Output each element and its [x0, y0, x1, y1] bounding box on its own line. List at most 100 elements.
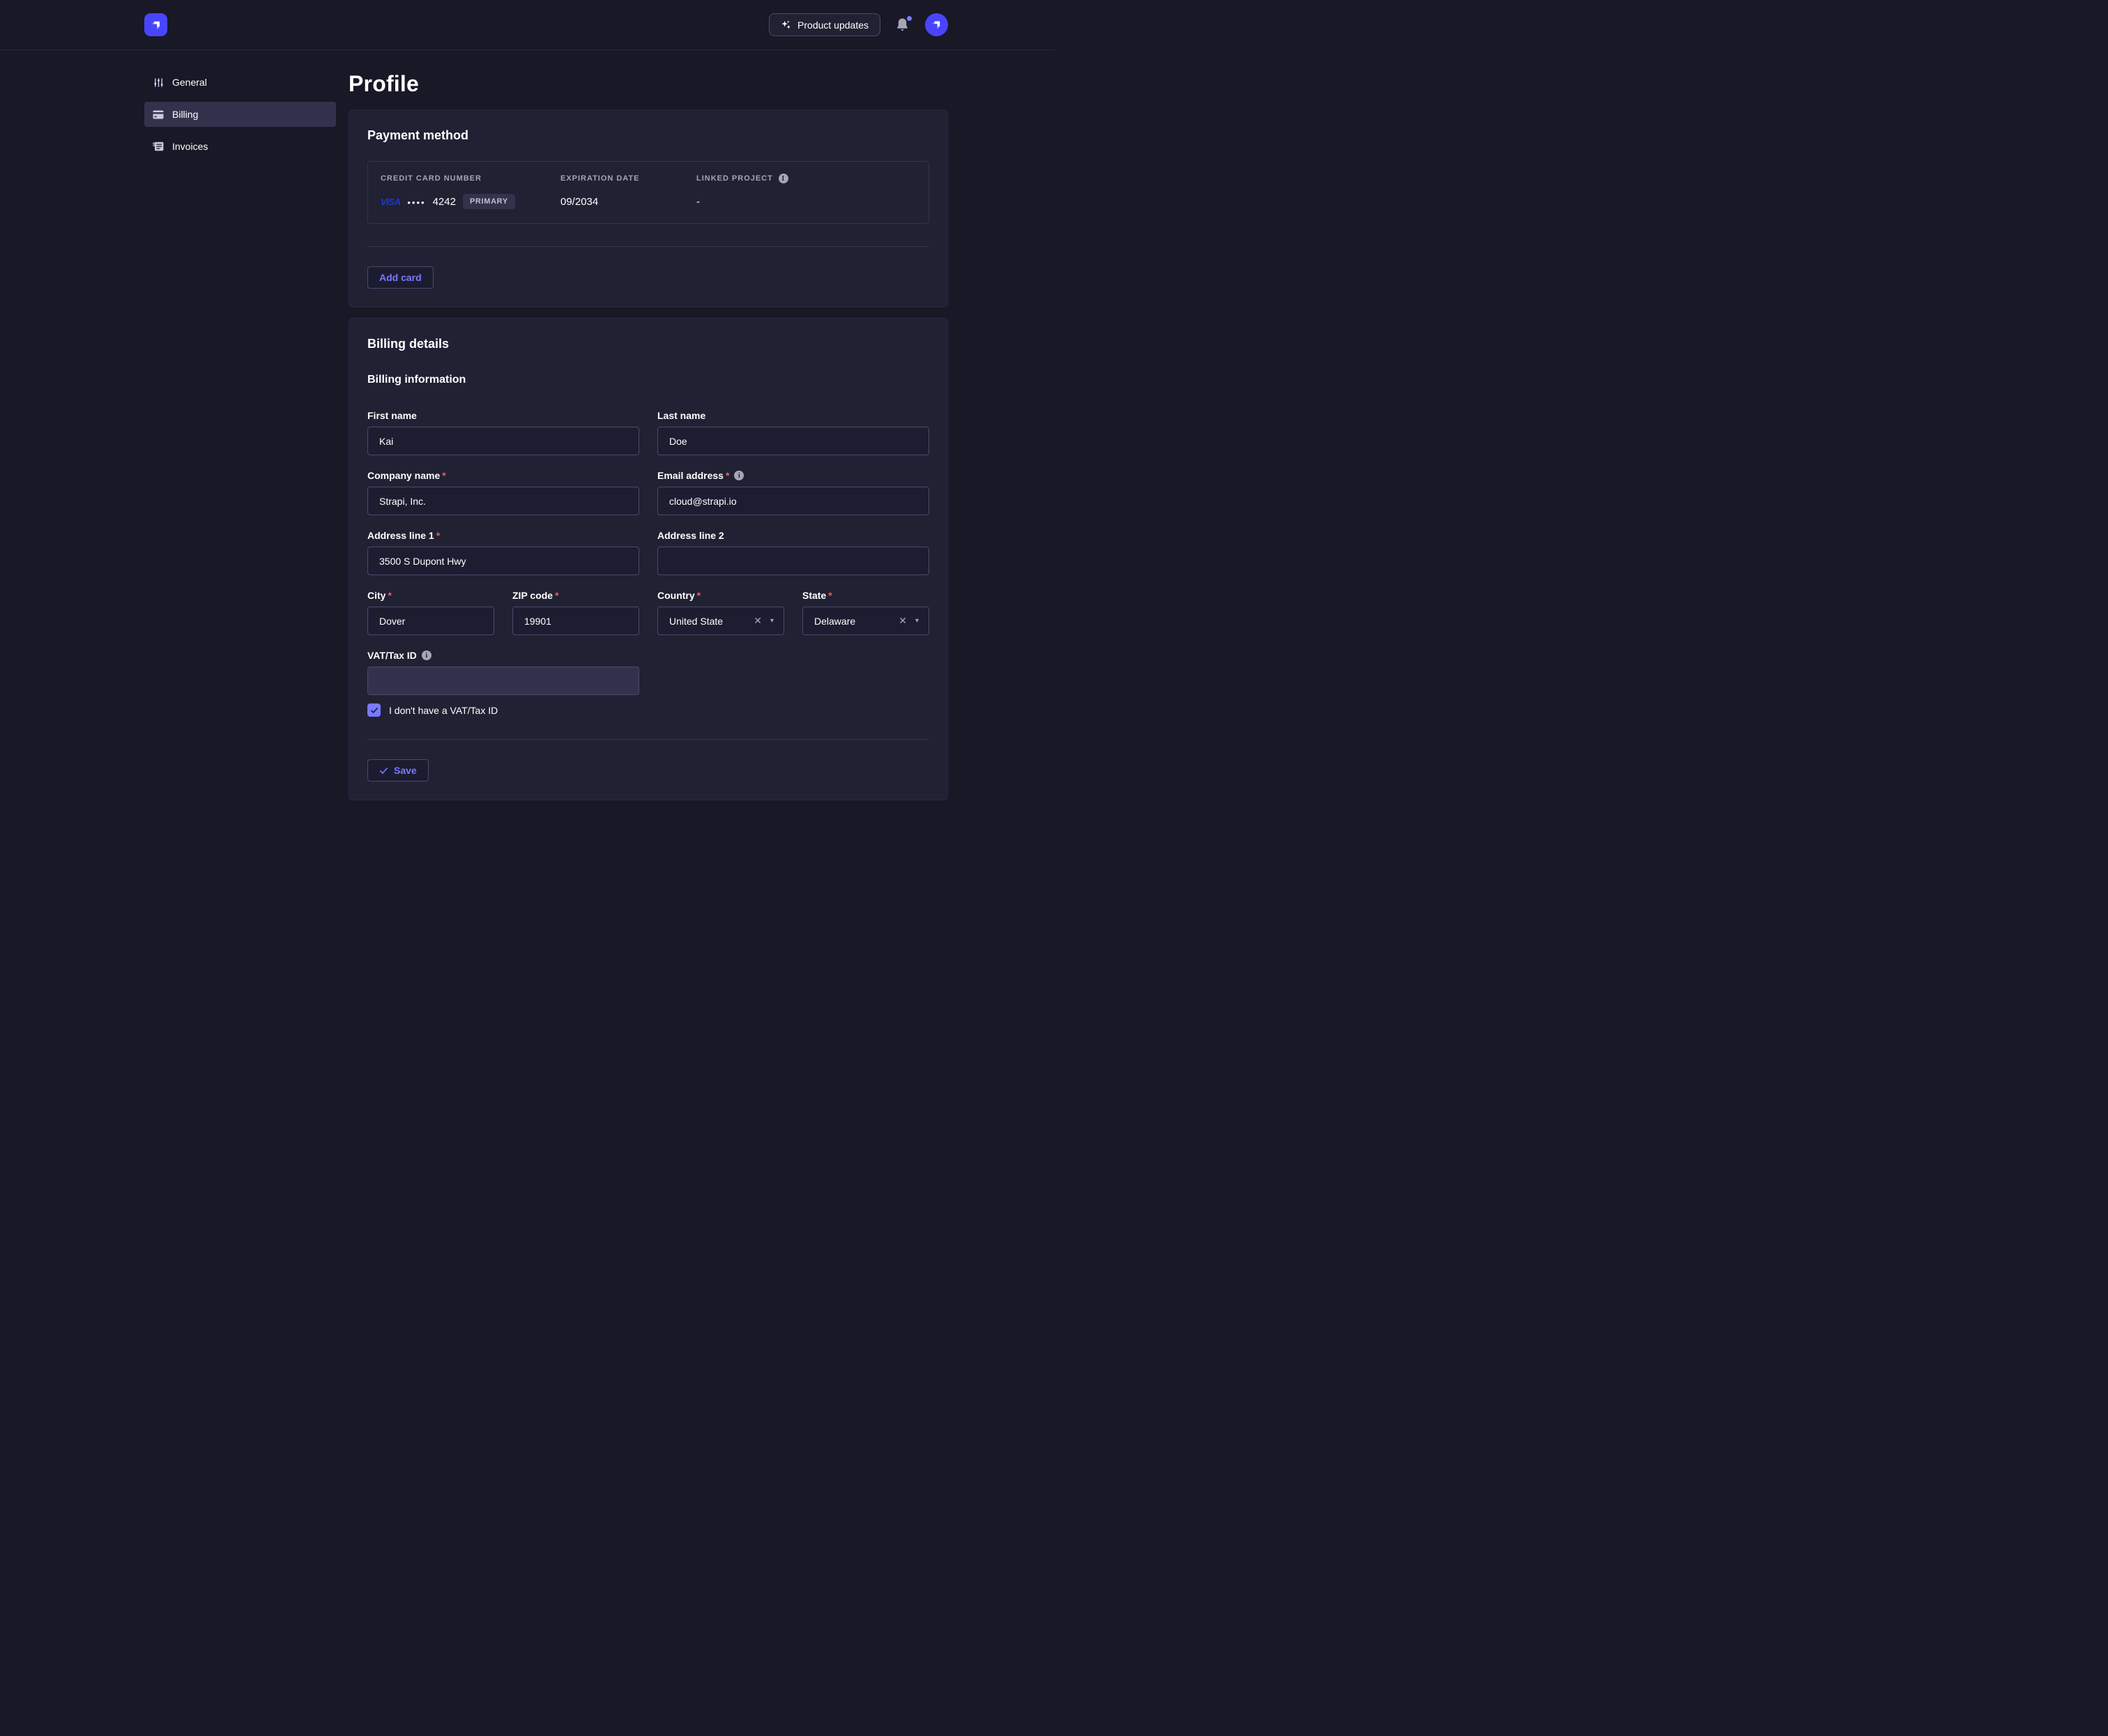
payment-method-heading: Payment method — [367, 128, 929, 143]
state-caret-icon[interactable]: ▾ — [915, 617, 919, 625]
sparkles-icon — [781, 20, 791, 30]
primary-badge: PRIMARY — [463, 194, 515, 209]
address1-label: Address line 1* — [367, 530, 639, 541]
required-asterisk: * — [828, 590, 832, 601]
no-vat-checkbox[interactable] — [367, 703, 381, 717]
sidebar-item-billing[interactable]: Billing — [144, 102, 336, 127]
address1-input[interactable] — [367, 547, 639, 575]
add-card-button[interactable]: Add card — [367, 266, 434, 289]
state-select[interactable]: Delaware ✕ ▾ — [802, 607, 929, 635]
vat-checkbox-row: I don't have a VAT/Tax ID — [367, 703, 929, 717]
last-name-field-group: Last name — [657, 410, 929, 455]
sliders-icon — [153, 77, 164, 88]
state-clear-icon[interactable]: ✕ — [899, 615, 907, 627]
country-select[interactable]: United State ✕ ▾ — [657, 607, 784, 635]
payment-table-header: CREDIT CARD NUMBER EXPIRATION DATE LINKE… — [381, 174, 916, 183]
last-name-label: Last name — [657, 410, 929, 421]
email-input[interactable] — [657, 487, 929, 515]
billing-details-card: Billing details Billing information Firs… — [349, 318, 948, 800]
required-asterisk: * — [555, 590, 558, 601]
strapi-logo[interactable] — [144, 13, 167, 36]
column-credit-card-number: CREDIT CARD NUMBER — [381, 174, 560, 183]
payment-methods-table: CREDIT CARD NUMBER EXPIRATION DATE LINKE… — [367, 161, 929, 224]
email-info-icon[interactable]: i — [734, 471, 744, 480]
vat-label: VAT/Tax ID i — [367, 650, 639, 661]
billing-information-heading: Billing information — [367, 374, 929, 386]
invoice-icon: $ — [153, 141, 164, 152]
column-linked-project: LINKED PROJECT i — [696, 174, 916, 183]
address2-label: Address line 2 — [657, 530, 929, 541]
user-avatar[interactable] — [925, 13, 948, 36]
linked-project-value: - — [696, 196, 916, 208]
sidebar-item-label: General — [172, 77, 207, 88]
zip-field-group: ZIP code* — [512, 590, 639, 635]
payment-method-card: Payment method CREDIT CARD NUMBER EXPIRA… — [349, 109, 948, 307]
save-button[interactable]: Save — [367, 759, 429, 782]
credit-card-icon — [153, 109, 164, 120]
sidebar-item-general[interactable]: General — [144, 70, 336, 95]
first-name-label: First name — [367, 410, 639, 421]
vat-input[interactable] — [367, 667, 639, 695]
sidebar-item-label: Invoices — [172, 141, 208, 152]
first-name-field-group: First name — [367, 410, 639, 455]
country-clear-icon[interactable]: ✕ — [754, 615, 762, 627]
payment-divider — [367, 246, 929, 247]
billing-details-heading: Billing details — [367, 337, 929, 351]
visa-brand-mark: VISA — [381, 197, 400, 207]
card-number-dots: •••• — [407, 197, 425, 208]
first-name-input[interactable] — [367, 427, 639, 455]
strapi-logo-icon — [150, 19, 162, 31]
no-vat-checkbox-label: I don't have a VAT/Tax ID — [389, 705, 498, 716]
linked-project-info-icon[interactable]: i — [779, 174, 788, 183]
notification-dot — [907, 16, 912, 21]
product-updates-label: Product updates — [797, 20, 869, 31]
country-field-group: Country* United State ✕ ▾ — [657, 590, 784, 635]
column-expiration-date: EXPIRATION DATE — [560, 174, 696, 183]
billing-form: First name Last name Company na — [367, 410, 929, 782]
state-field-group: State* Delaware ✕ ▾ — [802, 590, 929, 635]
address2-input[interactable] — [657, 547, 929, 575]
company-name-input[interactable] — [367, 487, 639, 515]
card-last4: 4242 — [433, 196, 456, 208]
required-asterisk: * — [436, 530, 440, 541]
last-name-input[interactable] — [657, 427, 929, 455]
country-value: United State — [669, 616, 754, 627]
city-label: City* — [367, 590, 494, 601]
email-field-group: Email address* i — [657, 470, 929, 515]
company-name-field-group: Company name* — [367, 470, 639, 515]
company-name-label: Company name* — [367, 470, 639, 481]
svg-text:$: $ — [153, 143, 155, 148]
product-updates-button[interactable]: Product updates — [769, 13, 880, 36]
settings-sidebar: General Billing $ — [144, 50, 336, 811]
payment-card-row: VISA •••• 4242 PRIMARY 09/2034 - — [381, 194, 916, 209]
state-value: Delaware — [814, 616, 899, 627]
state-label: State* — [802, 590, 929, 601]
zip-label: ZIP code* — [512, 590, 639, 601]
vat-field-group: VAT/Tax ID i — [367, 650, 639, 695]
page-title: Profile — [349, 71, 948, 97]
address1-field-group: Address line 1* — [367, 530, 639, 575]
form-divider — [367, 739, 929, 740]
city-field-group: City* — [367, 590, 494, 635]
avatar-strapi-icon — [931, 19, 942, 31]
city-input[interactable] — [367, 607, 494, 635]
save-button-label: Save — [394, 765, 417, 776]
required-asterisk: * — [442, 470, 445, 481]
address2-field-group: Address line 2 — [657, 530, 929, 575]
zip-input[interactable] — [512, 607, 639, 635]
notifications-button[interactable] — [896, 17, 910, 33]
main-content: Profile Payment method CREDIT CARD NUMBE… — [349, 50, 948, 811]
required-asterisk: * — [726, 470, 729, 481]
vat-info-icon[interactable]: i — [422, 650, 431, 660]
checkbox-check-icon — [370, 707, 379, 714]
required-asterisk: * — [697, 590, 701, 601]
sidebar-item-label: Billing — [172, 109, 198, 120]
country-caret-icon[interactable]: ▾ — [770, 617, 774, 625]
required-asterisk: * — [388, 590, 391, 601]
sidebar-item-invoices[interactable]: $ Invoices — [144, 134, 336, 159]
country-label: Country* — [657, 590, 784, 601]
topbar: Product updates — [0, 0, 1054, 50]
email-label: Email address* i — [657, 470, 929, 481]
save-check-icon — [379, 767, 388, 775]
card-expiration-value: 09/2034 — [560, 196, 696, 208]
